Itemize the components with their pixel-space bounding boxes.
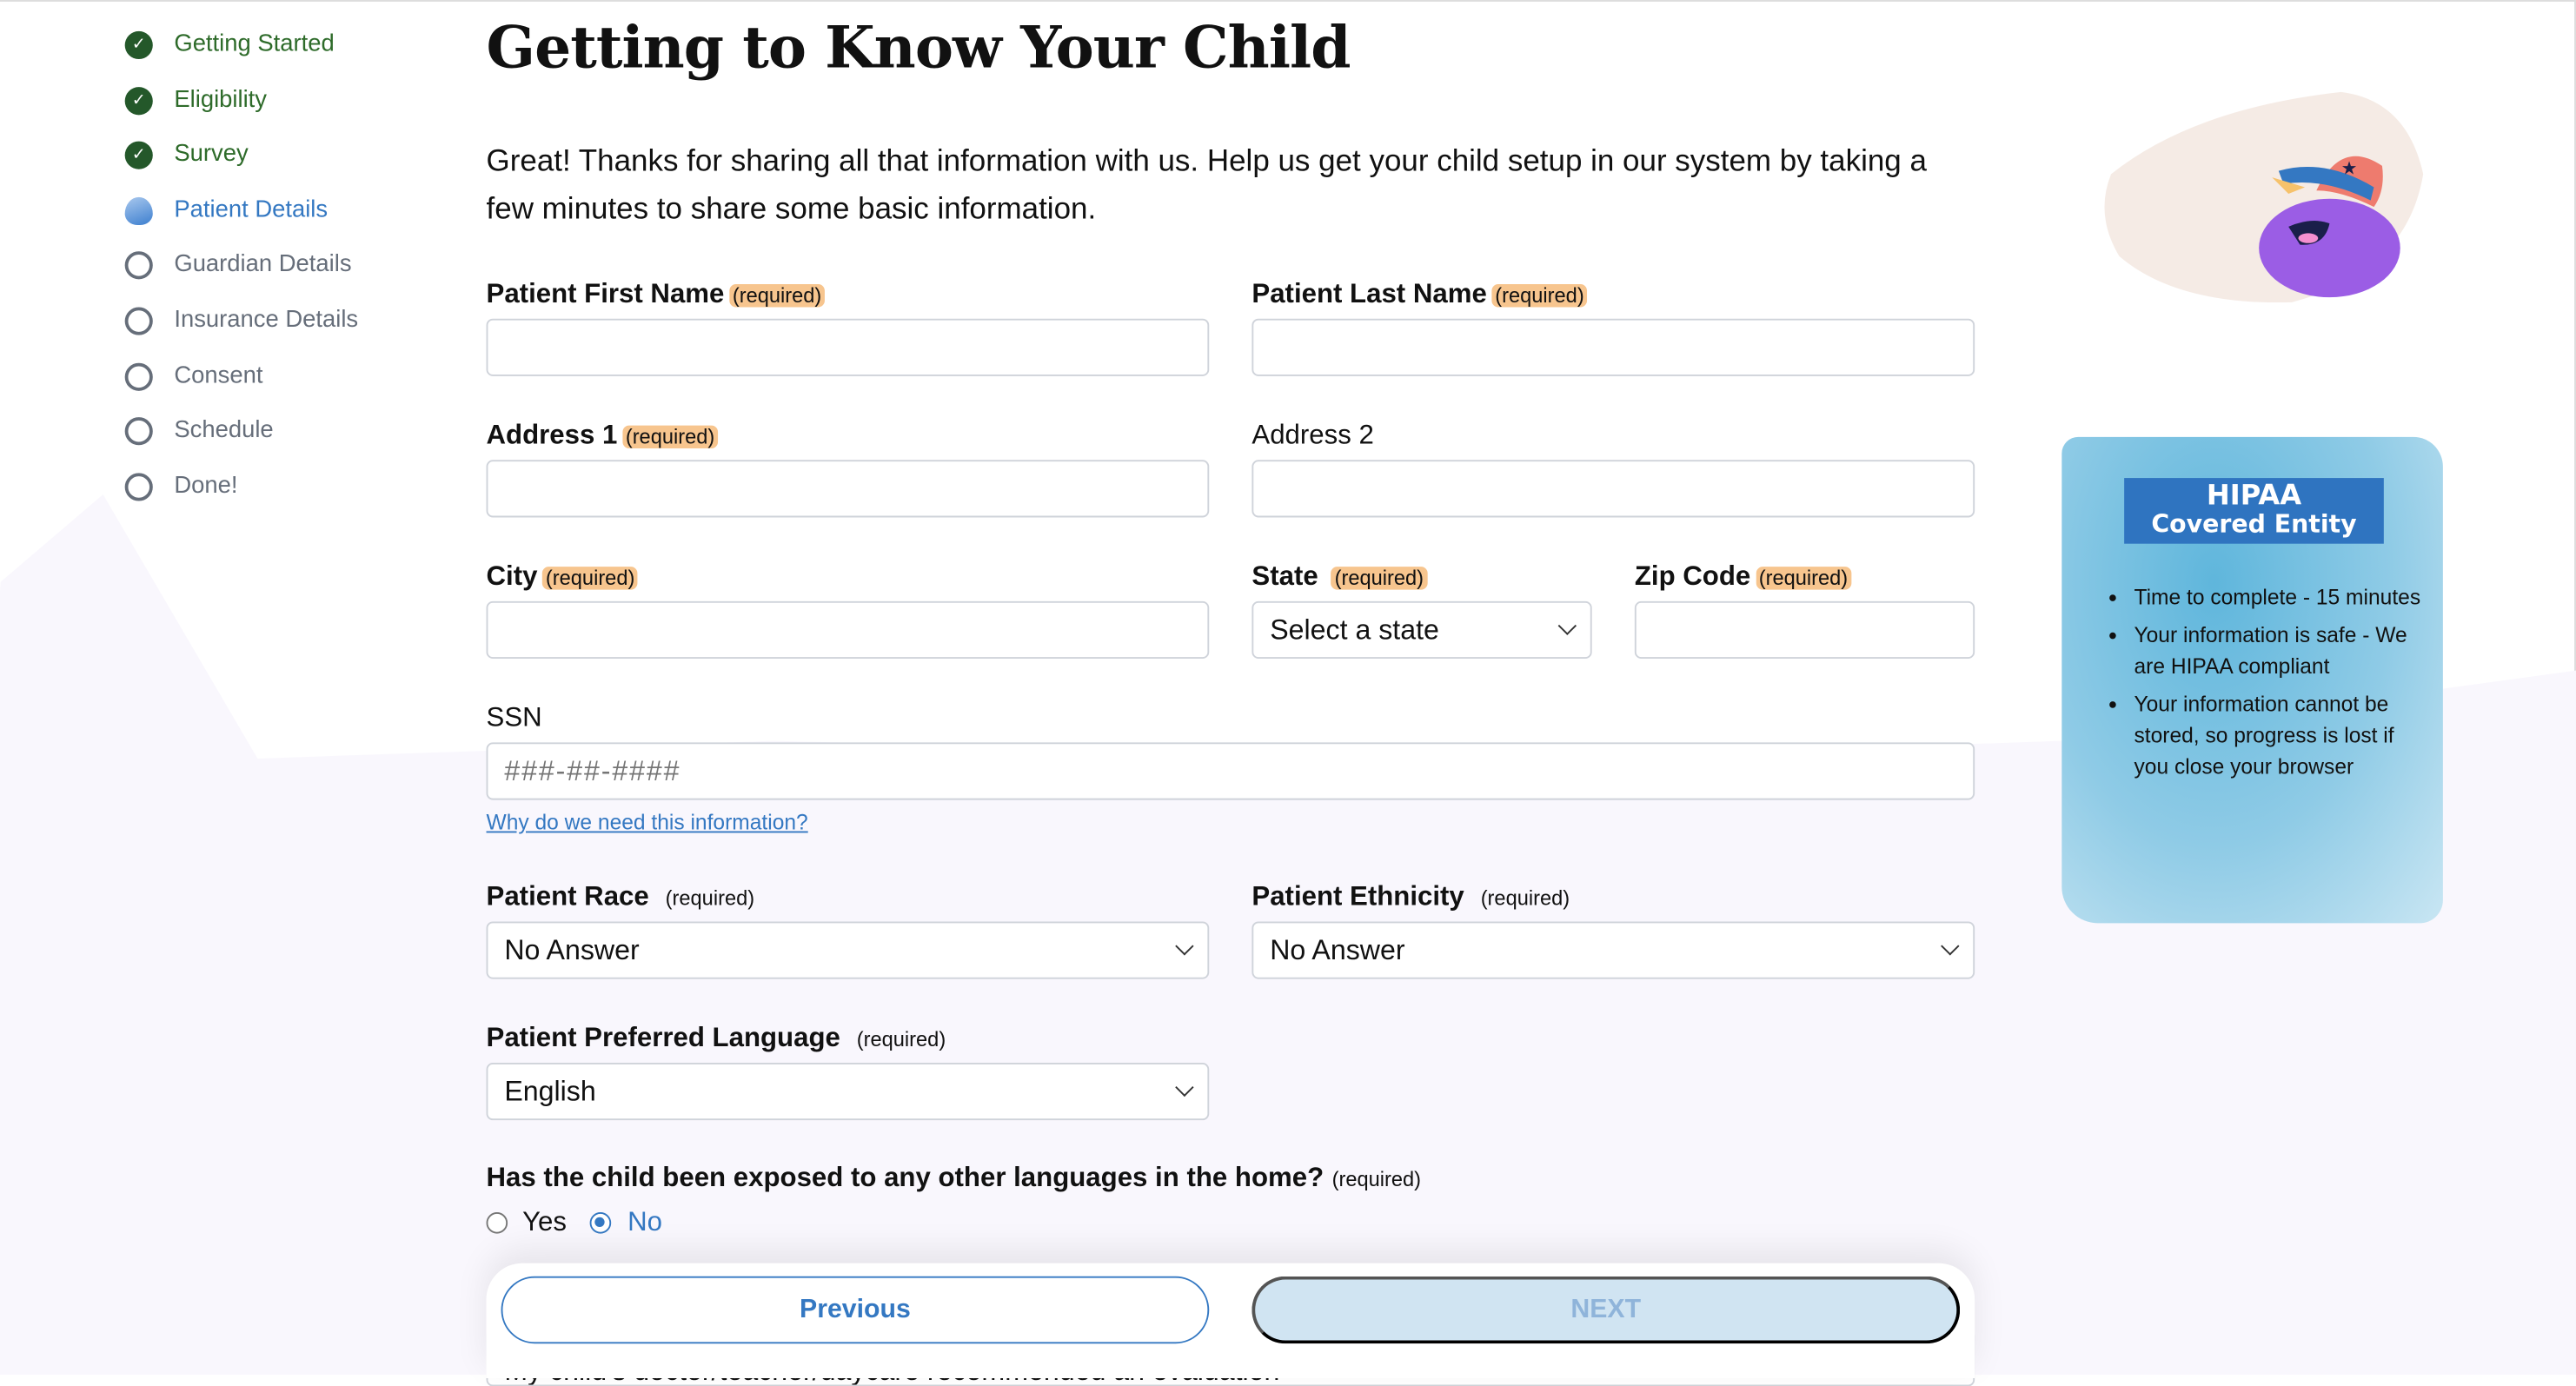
step-patient-details[interactable]: Patient Details	[124, 194, 329, 227]
radio-yes[interactable]	[486, 1212, 508, 1234]
address1-input[interactable]	[486, 460, 1210, 518]
step-consent: Consent	[124, 360, 263, 393]
step-label: Insurance Details	[174, 307, 359, 334]
child-mascot-illustration: ★	[2104, 91, 2424, 303]
intro-text: Great! Thanks for sharing all that infor…	[486, 143, 1927, 225]
hipaa-bullet: Your information cannot be stored, so pr…	[2134, 688, 2429, 782]
page: ✓ Getting Started ✓ Eligibility ✓ Survey Pa…	[0, 0, 2576, 1386]
race-label: Patient Race (required)	[486, 882, 755, 912]
first-name-label: Patient First Name (required)	[487, 279, 826, 310]
step-guardian-details: Guardian Details	[124, 248, 352, 281]
last-name-input[interactable]	[1251, 318, 1975, 376]
step-schedule: Schedule	[124, 414, 274, 447]
address1-label: Address 1 (required)	[487, 421, 719, 452]
step-label: Consent	[174, 362, 263, 390]
languages-question: Has the child been exposed to any other …	[486, 1163, 1422, 1193]
ssn-label: SSN	[486, 703, 542, 733]
step-insurance-details: Insurance Details	[124, 304, 359, 337]
step-eligibility[interactable]: ✓ Eligibility	[124, 83, 268, 116]
check-icon: ✓	[124, 30, 153, 59]
step-label: Guardian Details	[174, 251, 352, 278]
chevron-down-icon	[1175, 1078, 1194, 1098]
svg-text:★: ★	[2341, 158, 2358, 178]
next-button[interactable]: NEXT	[1251, 1276, 1961, 1344]
last-name-label: Patient Last Name (required)	[1251, 279, 1588, 310]
state-label: State (required)	[1251, 561, 1427, 593]
city-input[interactable]	[486, 600, 1210, 660]
step-label: Schedule	[174, 417, 274, 444]
empty-circle-icon	[124, 306, 153, 335]
step-label: Done!	[174, 473, 238, 500]
check-icon: ✓	[124, 86, 153, 115]
ssn-info-link[interactable]: Why do we need this information?	[487, 810, 808, 834]
hipaa-badge: HIPAA Covered Entity	[2124, 478, 2384, 544]
step-getting-started[interactable]: ✓ Getting Started	[124, 28, 335, 61]
ethnicity-label: Patient Ethnicity (required)	[1251, 882, 1570, 912]
hipaa-bullets: Time to complete - 15 minutes Your infor…	[2134, 581, 2429, 788]
step-label: Patient Details	[174, 196, 329, 224]
radio-yes-label[interactable]: Yes	[522, 1207, 567, 1238]
check-icon: ✓	[124, 140, 153, 169]
chevron-down-icon	[1557, 616, 1577, 635]
chevron-down-icon	[1175, 937, 1194, 956]
page-title: Getting to Know Your Child	[486, 15, 1351, 83]
radio-no-label[interactable]: No	[627, 1207, 662, 1238]
city-label: City (required)	[487, 561, 639, 593]
empty-circle-icon	[124, 416, 153, 445]
step-done: Done!	[124, 470, 238, 503]
current-step-icon	[124, 196, 153, 225]
hipaa-bullet: Your information is safe - We are HIPAA …	[2134, 620, 2429, 682]
step-survey[interactable]: ✓ Survey	[124, 138, 249, 171]
first-name-input[interactable]	[486, 318, 1210, 376]
zip-input[interactable]	[1634, 600, 1975, 660]
chevron-down-icon	[1941, 937, 1960, 956]
language-label: Patient Preferred Language (required)	[486, 1023, 946, 1053]
empty-circle-icon	[124, 250, 153, 279]
hipaa-bullet: Time to complete - 15 minutes	[2134, 581, 2429, 613]
ethnicity-select[interactable]: No Answer	[1251, 921, 1975, 979]
previous-button[interactable]: Previous	[501, 1276, 1210, 1344]
ssn-input[interactable]	[486, 742, 1975, 800]
empty-circle-icon	[124, 472, 153, 501]
state-select[interactable]: Select a state	[1251, 600, 1592, 660]
language-select[interactable]: English	[486, 1063, 1210, 1121]
race-select[interactable]: No Answer	[486, 921, 1210, 979]
zip-label: Zip Code (required)	[1635, 561, 1851, 593]
hipaa-info-card: HIPAACovered Entity Time to complete - 1…	[2061, 436, 2443, 924]
address2-input[interactable]	[1251, 460, 1975, 518]
step-label: Survey	[174, 141, 249, 168]
step-label: Eligibility	[174, 87, 268, 114]
radio-no[interactable]	[589, 1212, 612, 1234]
empty-circle-icon	[124, 361, 153, 390]
address2-label: Address 2	[1251, 420, 1374, 450]
form-footer: Previous NEXT	[486, 1263, 1975, 1378]
step-label: Getting Started	[174, 30, 335, 58]
